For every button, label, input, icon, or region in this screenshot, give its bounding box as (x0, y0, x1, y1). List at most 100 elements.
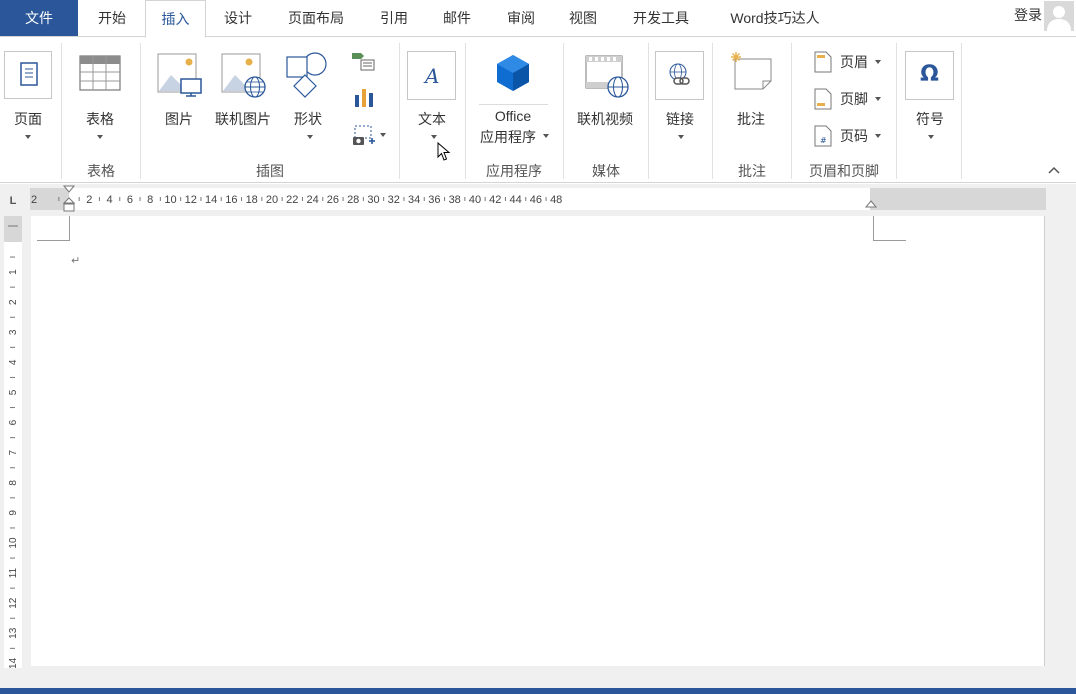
vertical-ruler-label: 9 (8, 510, 19, 516)
tab-review[interactable]: 审阅 (493, 0, 549, 37)
group-separator (791, 43, 792, 179)
online-video-label: 联机视频 (577, 111, 633, 127)
split-divider (479, 104, 548, 105)
top-right-crop-mark (873, 216, 906, 241)
collapse-ribbon-icon[interactable] (1048, 166, 1060, 174)
symbol-button[interactable]: Ω 符号 (904, 51, 956, 147)
screenshot-icon (353, 125, 386, 145)
tab-mailings[interactable]: 邮件 (429, 0, 485, 37)
ruler-label: 18 (246, 194, 258, 206)
ruler-label: 48 (550, 194, 562, 206)
online-video-icon (585, 55, 629, 98)
vertical-ruler-label: 6 (8, 419, 19, 425)
header-button[interactable]: 页眉 (812, 50, 884, 74)
screenshot-button[interactable] (352, 123, 388, 147)
new-comment-button[interactable]: 批注 (724, 51, 778, 147)
online-video-button[interactable]: 联机视频 (572, 51, 638, 147)
tab-home[interactable]: 开始 (84, 0, 140, 37)
smartart-button[interactable] (350, 51, 380, 75)
omega-icon: Ω (905, 51, 954, 100)
right-indent-marker-icon[interactable] (865, 200, 877, 210)
chart-button[interactable] (352, 85, 378, 109)
vertical-ruler-label: 10 (8, 537, 19, 549)
chevron-down-icon (307, 135, 313, 139)
tab-file[interactable]: 文件 (0, 0, 78, 37)
picture-icon (157, 53, 202, 97)
links-button[interactable]: 链接 (654, 51, 706, 147)
ruler-label: 20 (266, 194, 278, 206)
footer-button[interactable]: 页脚 (812, 87, 884, 111)
tab-references[interactable]: 引用 (366, 0, 422, 37)
comments-group-label: 批注 (738, 163, 766, 179)
document-page[interactable] (31, 216, 1045, 666)
svg-text:#: # (820, 136, 827, 145)
ruler-label: 10 (164, 194, 176, 206)
pages-label: 页面 (14, 111, 42, 127)
tab-word-tips[interactable]: Word技巧达人 (712, 0, 838, 37)
chevron-down-icon (928, 135, 934, 139)
svg-text:A: A (423, 64, 439, 88)
ruler-label: 2 (31, 194, 37, 206)
link-icon (655, 51, 704, 100)
vertical-ruler-label: 5 (8, 389, 19, 395)
paragraph-mark: ↵ (71, 255, 81, 267)
text-button[interactable]: A 文本 (406, 51, 458, 147)
picture-button[interactable]: 图片 (155, 51, 203, 147)
shapes-button[interactable]: 形状 (283, 51, 333, 147)
vertical-ruler-label: 11 (8, 567, 19, 578)
shapes-icon (286, 52, 327, 98)
office-apps-button[interactable]: Office 应用程序 (476, 51, 550, 147)
footer-label: 页脚 (840, 91, 868, 107)
vertical-ruler[interactable]: 1 2 3 4 5 6 7 8 9 10 11 12 13 14 (4, 216, 22, 668)
tab-developer[interactable]: 开发工具 (620, 0, 702, 37)
tab-selector[interactable]: L (4, 192, 22, 210)
symbol-label: 符号 (916, 111, 944, 127)
group-separator (896, 43, 897, 179)
vertical-ruler-scale: 1234567891011121314 (8, 225, 19, 668)
omega-glyph: Ω (920, 62, 939, 87)
chevron-down-icon (97, 135, 103, 139)
horizontal-ruler[interactable]: 2 2 4 6 8 10 12 14 16 18 20 22 24 26 28 30 32 34 36 38 40 42 4… (30, 185, 1046, 212)
ruler-label: 40 (469, 194, 481, 206)
page-number-button[interactable]: # 页码 (812, 124, 884, 148)
chevron-down-icon (25, 135, 31, 139)
indent-marker-icon[interactable] (63, 185, 75, 215)
pages-button[interactable]: 页面 (3, 51, 53, 147)
picture-label: 图片 (165, 111, 193, 127)
user-avatar-icon[interactable] (1044, 1, 1074, 31)
group-separator (648, 43, 649, 179)
group-separator (140, 43, 141, 179)
header-icon (814, 51, 832, 73)
tab-insert[interactable]: 插入 (145, 0, 206, 38)
login-link[interactable]: 登录 (1014, 5, 1042, 25)
mouse-cursor-icon (437, 142, 451, 161)
tab-page-layout[interactable]: 页面布局 (275, 0, 357, 37)
table-label: 表格 (86, 111, 114, 127)
apps-group-label: 应用程序 (486, 163, 542, 179)
vertical-ruler-label: 1 (8, 269, 19, 275)
ruler-label: 16 (225, 194, 237, 206)
ruler-label: 36 (428, 194, 440, 206)
office-apps-label-line2: 应用程序 (480, 129, 536, 145)
ruler-label: 6 (127, 194, 133, 206)
online-picture-button[interactable]: 联机图片 (210, 51, 276, 147)
vertical-ruler-label: 12 (8, 597, 19, 609)
media-group-label: 媒体 (592, 163, 620, 179)
ruler-label: 26 (327, 194, 339, 206)
vertical-ruler-label: 4 (8, 359, 19, 365)
office-apps-label-line1: Office (494, 108, 532, 124)
tab-view[interactable]: 视图 (555, 0, 611, 37)
comment-label: 批注 (737, 111, 765, 127)
tab-design[interactable]: 设计 (210, 0, 266, 37)
chevron-down-icon (543, 134, 549, 138)
page-number-label: 页码 (840, 128, 868, 144)
group-separator (961, 43, 962, 179)
group-separator (61, 43, 62, 179)
ruler-label: 30 (367, 194, 379, 206)
ruler-label: 46 (530, 194, 542, 206)
word-window: 文件 开始 插入 设计 页面布局 引用 邮件 审阅 视图 开发工具 Word技巧… (0, 0, 1076, 694)
online-picture-label: 联机图片 (215, 111, 271, 127)
top-left-crop-mark (37, 216, 70, 241)
chevron-down-icon (875, 97, 881, 101)
table-button[interactable]: 表格 (74, 51, 126, 147)
